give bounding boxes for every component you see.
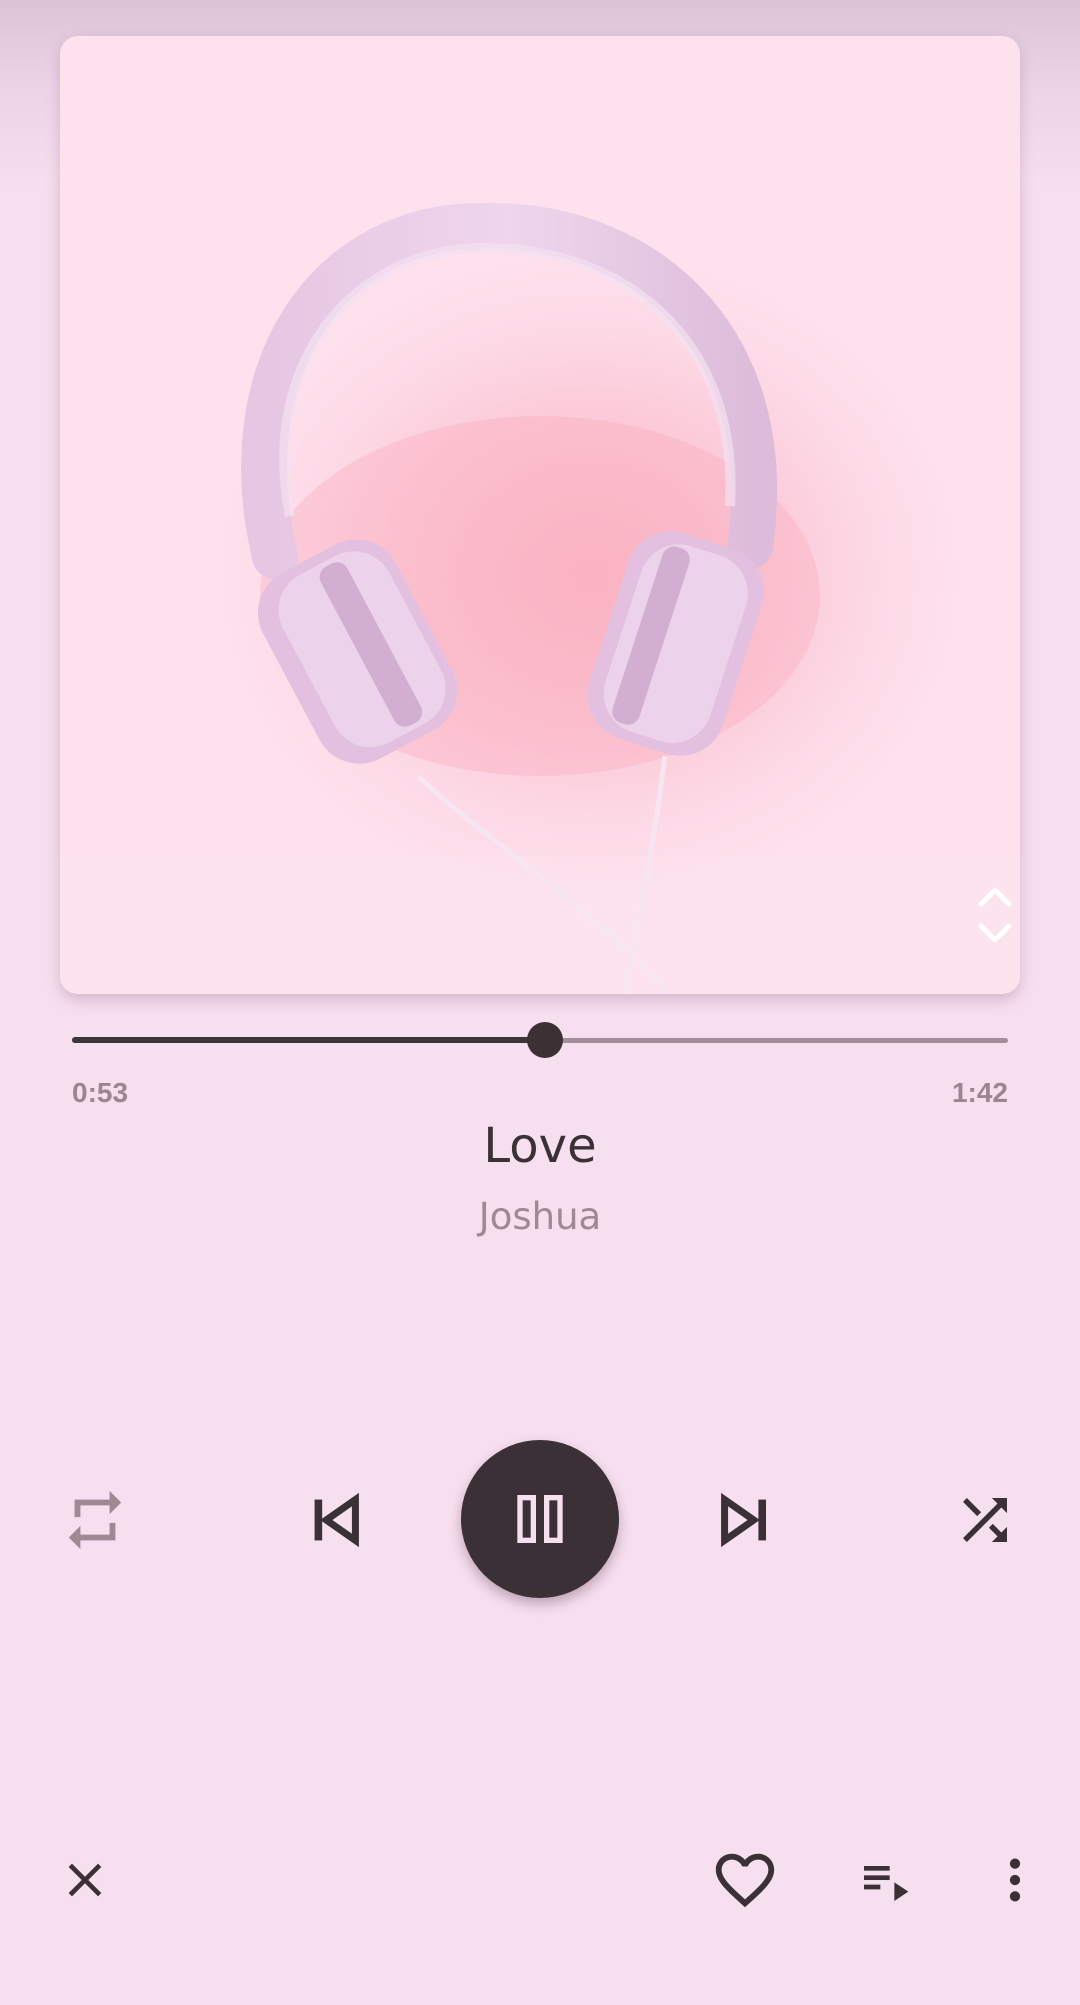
shuffle-button[interactable] [940, 1465, 1030, 1575]
skip-previous-icon [314, 1492, 359, 1548]
elapsed-time: 0:53 [72, 1077, 129, 1108]
heart-icon [715, 1853, 775, 1908]
shuffle-icon [963, 1498, 1007, 1542]
album-art [60, 36, 1020, 994]
track-artist: Joshua [478, 1195, 602, 1238]
pause-icon [517, 1495, 563, 1543]
seek-thumb[interactable] [527, 1022, 563, 1058]
close-icon [68, 1863, 102, 1897]
repeat-button[interactable] [50, 1465, 140, 1575]
queue-icon [864, 1866, 909, 1901]
queue-button[interactable] [845, 1840, 925, 1920]
seek-progress [72, 1037, 545, 1043]
album-art-image [60, 202, 1020, 994]
unfold-icon[interactable] [965, 876, 1020, 956]
close-button[interactable] [45, 1840, 125, 1920]
skip-next-icon [721, 1492, 766, 1548]
repeat-icon [68, 1490, 122, 1550]
favorite-button[interactable] [703, 1838, 787, 1922]
total-time: 1:42 [951, 1077, 1008, 1108]
seek-bar[interactable] [72, 1020, 1008, 1060]
pause-button[interactable] [461, 1440, 619, 1598]
track-title: Love [483, 1118, 597, 1174]
next-button[interactable] [700, 1465, 790, 1575]
more-vert-icon [1009, 1858, 1021, 1902]
previous-button[interactable] [290, 1465, 380, 1575]
more-options-button[interactable] [975, 1840, 1055, 1920]
